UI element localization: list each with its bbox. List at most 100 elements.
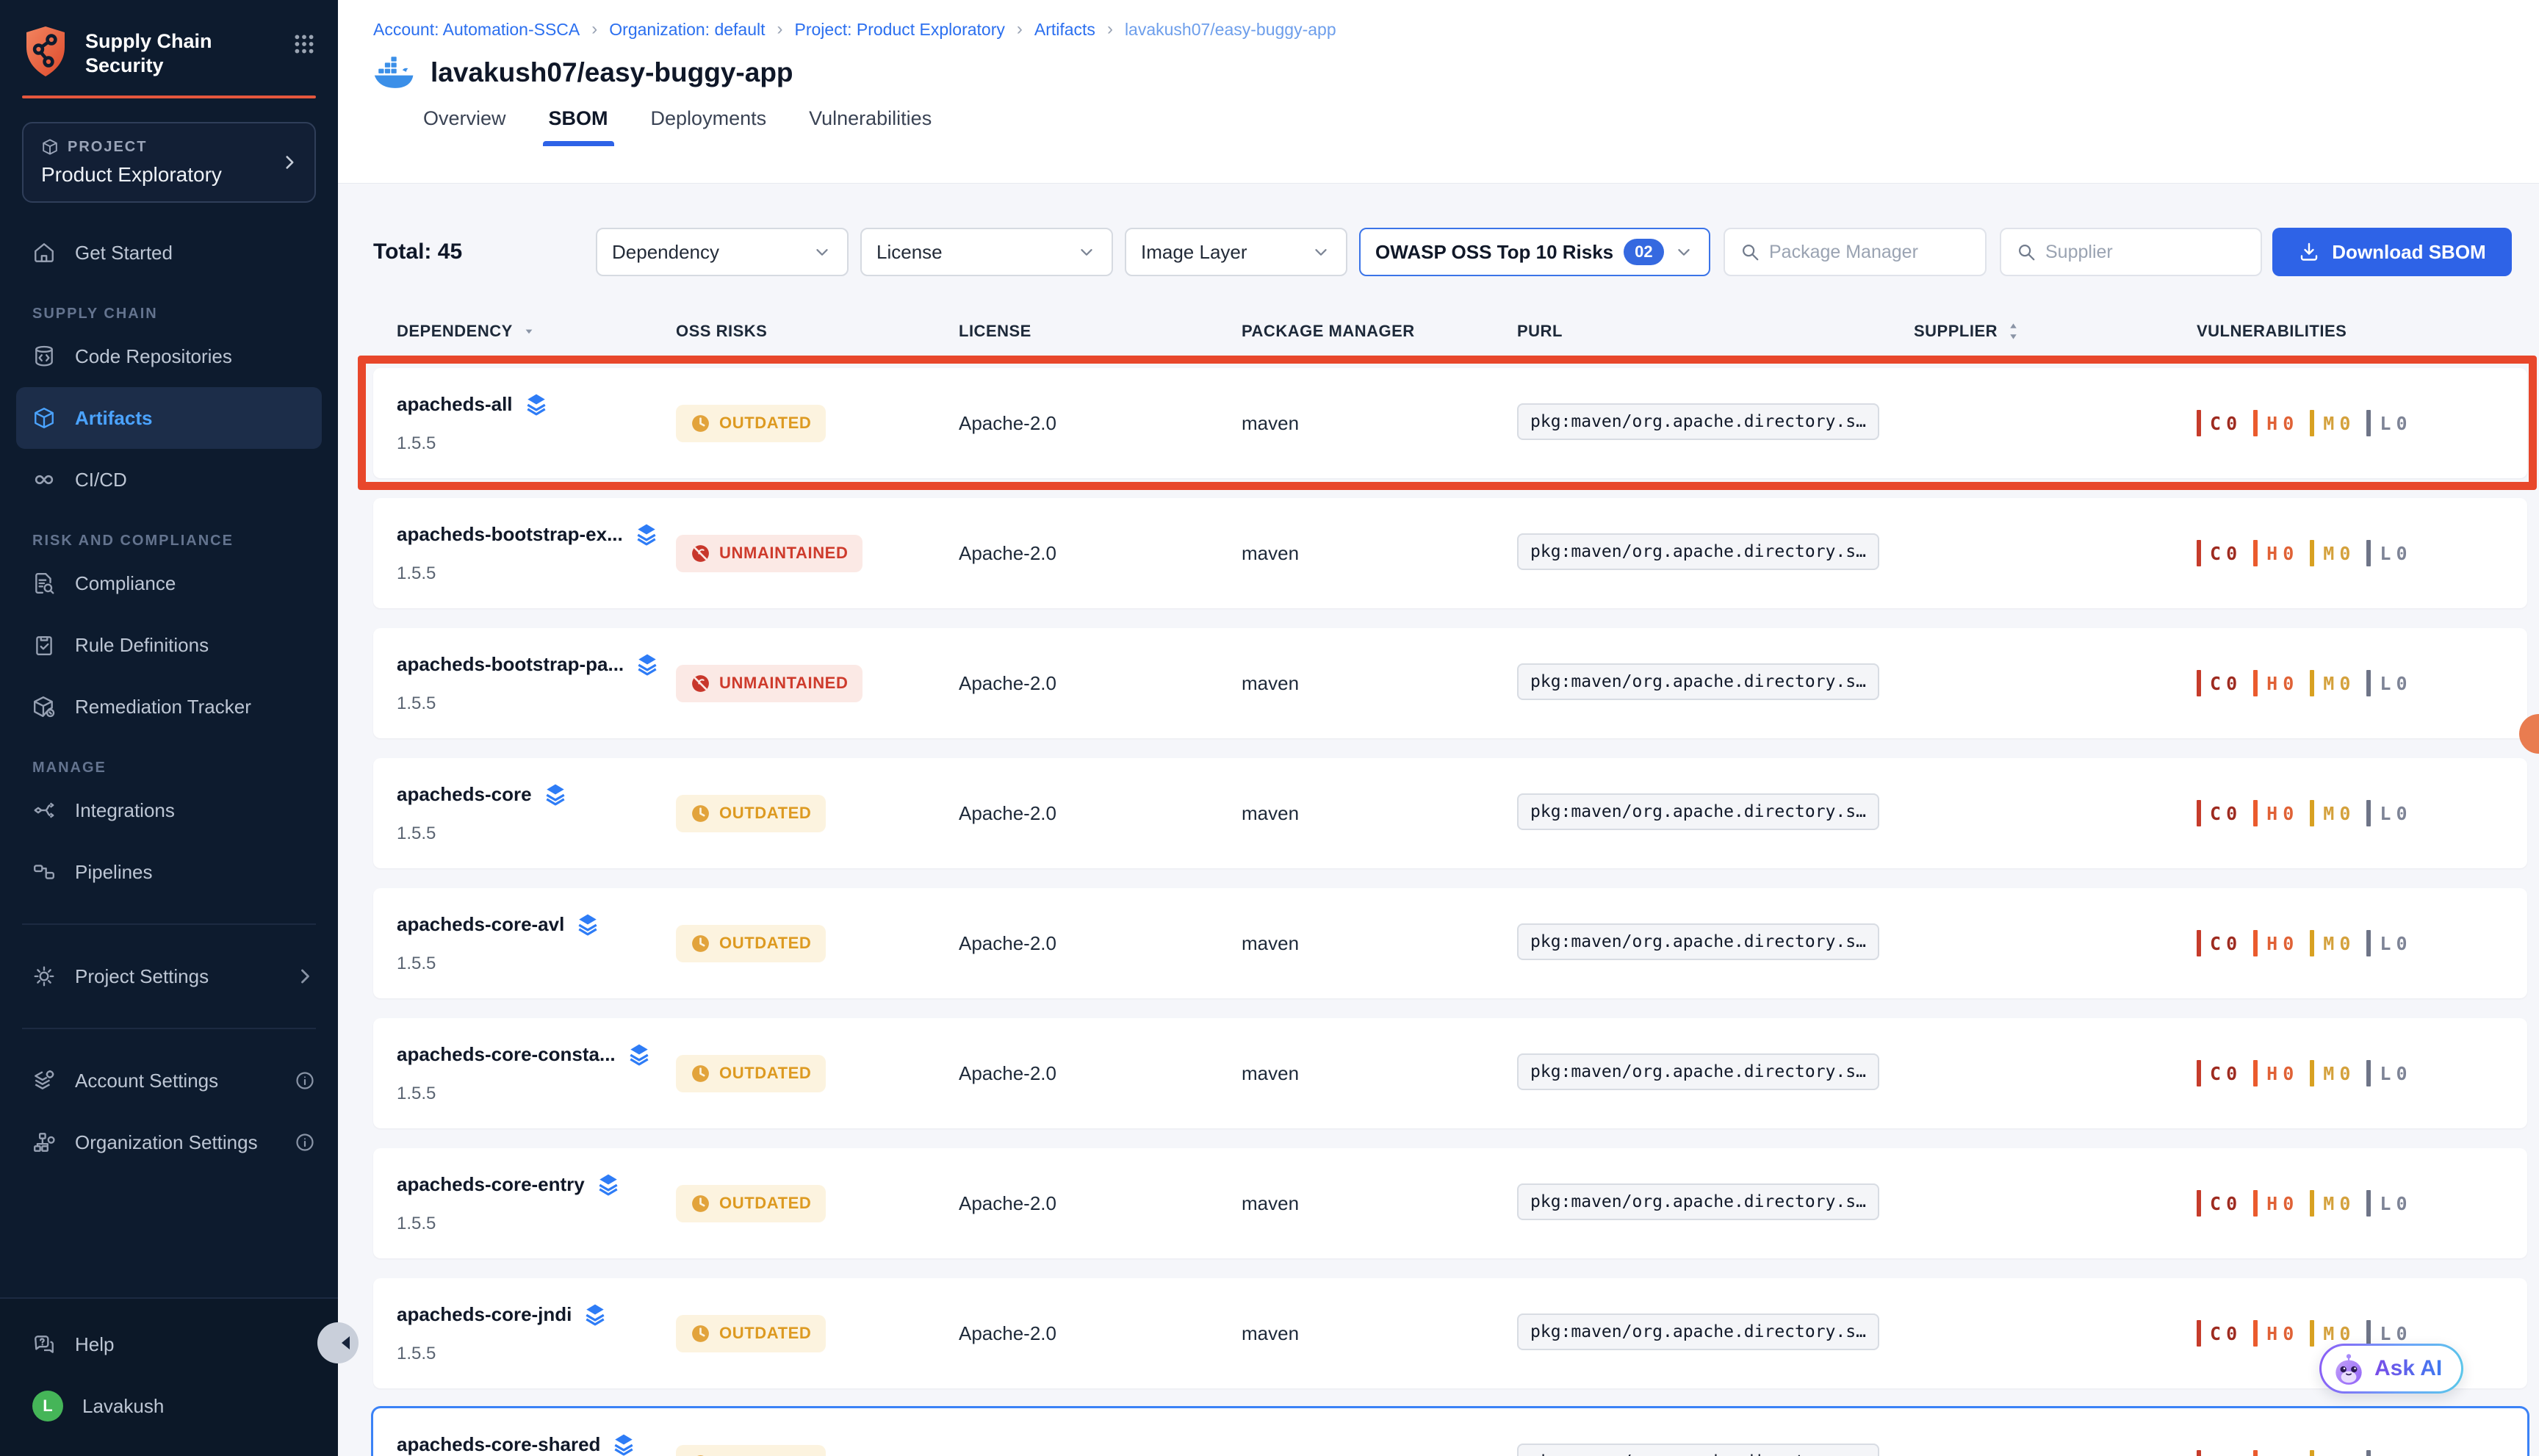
tab-overview[interactable]: Overview — [423, 107, 506, 146]
dependency-name[interactable]: apacheds-core-avl — [397, 913, 564, 936]
purl-value[interactable]: pkg:maven/org.apache.directory.s… — [1517, 533, 1879, 570]
sidebar-item-project-settings[interactable]: Project Settings — [0, 945, 338, 1007]
breadcrumb-account-automation-ssca[interactable]: Account: Automation-SSCA — [373, 20, 580, 40]
layers-icon — [612, 1432, 635, 1456]
table-row-apacheds-core-shared[interactable]: apacheds-core-shared 1.5.5 OUTDATED Apac… — [373, 1408, 2527, 1456]
project-name: Product Exploratory — [41, 163, 297, 187]
purl-value[interactable]: pkg:maven/org.apache.directory.s… — [1517, 663, 1879, 700]
search-icon — [2016, 242, 2036, 262]
vulnerability-counts: C0H0M0L0 — [2197, 670, 2504, 696]
purl-value[interactable]: pkg:maven/org.apache.directory.s… — [1517, 1183, 1879, 1220]
vuln-count-critical: C0 — [2197, 800, 2237, 826]
filter-dependency[interactable]: Dependency — [596, 228, 849, 276]
purl-value[interactable]: pkg:maven/org.apache.directory.s… — [1517, 923, 1879, 960]
purl-value[interactable]: pkg:maven/org.apache.directory.s… — [1517, 1444, 1879, 1456]
column-header-vulnerabilities[interactable]: VULNERABILITIES — [2197, 322, 2504, 341]
sidebar-item-pipelines[interactable]: Pipelines — [0, 841, 338, 903]
sidebar-collapse-handle[interactable] — [317, 1322, 359, 1363]
ask-ai-button[interactable]: Ask AI — [2319, 1344, 2463, 1394]
download-sbom-button[interactable]: Download SBOM — [2272, 228, 2512, 276]
table-row-apacheds-core-entry[interactable]: apacheds-core-entry 1.5.5 OUTDATED Apach… — [373, 1148, 2527, 1258]
dependency-name[interactable]: apacheds-core-entry — [397, 1173, 585, 1196]
filter-image-layer[interactable]: Image Layer — [1125, 228, 1347, 276]
layers-icon — [635, 522, 658, 546]
dependency-name[interactable]: apacheds-core — [397, 783, 532, 806]
tab-deployments[interactable]: Deployments — [651, 107, 767, 146]
oss-risk-badge: UNMAINTAINED — [676, 665, 862, 702]
page-title: lavakush07/easy-buggy-app — [431, 57, 793, 88]
dependency-name[interactable]: apacheds-bootstrap-pa... — [397, 653, 624, 676]
dependency-version: 1.5.5 — [397, 1214, 676, 1234]
sort-icon[interactable] — [2008, 322, 2019, 340]
sidebar-item-ci-cd[interactable]: CI/CD — [0, 449, 338, 511]
column-header-license[interactable]: LICENSE — [959, 322, 1242, 341]
org-gear-icon — [32, 1131, 56, 1154]
sidebar-settings-nav: Project Settings Account SettingsOrganiza… — [0, 945, 338, 1173]
column-header-oss-risks[interactable]: OSS RISKS — [676, 322, 959, 341]
table-row-apacheds-core-jndi[interactable]: apacheds-core-jndi 1.5.5 OUTDATED Apache… — [373, 1278, 2527, 1388]
purl-value[interactable]: pkg:maven/org.apache.directory.s… — [1517, 403, 1879, 440]
purl-value[interactable]: pkg:maven/org.apache.directory.s… — [1517, 1313, 1879, 1350]
sort-icon[interactable] — [523, 325, 535, 337]
table-row-apacheds-bootstrap-ex[interactable]: apacheds-bootstrap-ex... 1.5.5 UNMAINTAI… — [373, 498, 2527, 608]
sidebar-item-code-repositories[interactable]: Code Repositories — [0, 325, 338, 387]
box-icon — [32, 406, 56, 430]
sidebar-item-account-settings[interactable]: Account Settings — [0, 1050, 338, 1111]
sidebar-item-remediation-tracker[interactable]: Remediation Tracker — [0, 676, 338, 738]
tab-sbom[interactable]: SBOM — [549, 107, 608, 146]
dependency-name[interactable]: apacheds-core-jndi — [397, 1303, 572, 1326]
package-manager-search[interactable] — [1724, 228, 1987, 276]
sidebar-item-help[interactable]: Help — [0, 1313, 338, 1375]
package-manager-value: maven — [1242, 1452, 1517, 1456]
sidebar-item-artifacts[interactable]: Artifacts — [16, 387, 322, 449]
column-header-purl[interactable]: PURL — [1517, 322, 1914, 341]
ask-ai-label: Ask AI — [2374, 1356, 2442, 1381]
table-row-apacheds-all[interactable]: apacheds-all 1.5.5 OUTDATED Apache-2.0 m… — [373, 368, 2527, 478]
home-icon — [32, 241, 56, 264]
dependency-name[interactable]: apacheds-all — [397, 393, 513, 416]
dependency-name[interactable]: apacheds-core-shared — [397, 1433, 600, 1456]
vuln-count-low: L0 — [2366, 930, 2407, 956]
table-row-apacheds-core-avl[interactable]: apacheds-core-avl 1.5.5 OUTDATED Apache-… — [373, 888, 2527, 998]
dependency-name[interactable]: apacheds-bootstrap-ex... — [397, 523, 623, 546]
dependency-version: 1.5.5 — [397, 433, 676, 454]
sidebar-item-compliance[interactable]: Compliance — [0, 552, 338, 614]
project-label: PROJECT — [68, 139, 147, 156]
table-row-apacheds-bootstrap-pa[interactable]: apacheds-bootstrap-pa... 1.5.5 UNMAINTAI… — [373, 628, 2527, 738]
project-cube-icon — [41, 138, 59, 156]
chevron-right-icon — [294, 965, 316, 987]
license-value: Apache-2.0 — [959, 1452, 1242, 1456]
column-header-dependency[interactable]: DEPENDENCY — [397, 322, 676, 341]
column-header-supplier[interactable]: SUPPLIER — [1914, 322, 2197, 341]
sidebar-item-get-started[interactable]: Get Started — [0, 222, 338, 284]
sidebar-item-integrations[interactable]: Integrations — [0, 779, 338, 841]
breadcrumb-project-product-exploratory[interactable]: Project: Product Exploratory — [795, 20, 1005, 40]
sidebar-item-rule-definitions[interactable]: Rule Definitions — [0, 614, 338, 676]
column-header-package-manager[interactable]: PACKAGE MANAGER — [1242, 322, 1517, 341]
tab-vulnerabilities[interactable]: Vulnerabilities — [809, 107, 932, 146]
apps-grid-icon[interactable] — [292, 32, 316, 56]
breadcrumb-artifacts[interactable]: Artifacts — [1034, 20, 1095, 40]
ai-mascot-icon — [2330, 1350, 2367, 1387]
supplier-search-input[interactable] — [2045, 242, 2246, 263]
chevron-down-icon — [812, 242, 832, 262]
user-name: Lavakush — [82, 1395, 164, 1418]
filter-owasp-oss-top-10-risks[interactable]: OWASP OSS Top 10 Risks 02 — [1359, 228, 1710, 276]
vuln-count-high: H0 — [2253, 1190, 2294, 1217]
clock-icon — [691, 804, 710, 823]
purl-value[interactable]: pkg:maven/org.apache.directory.s… — [1517, 793, 1879, 830]
table-row-apacheds-core[interactable]: apacheds-core 1.5.5 OUTDATED Apache-2.0 … — [373, 758, 2527, 868]
package-manager-search-input[interactable] — [1769, 242, 1970, 263]
filter-license[interactable]: License — [860, 228, 1113, 276]
purl-value[interactable]: pkg:maven/org.apache.directory.s… — [1517, 1053, 1879, 1090]
project-selector[interactable]: PROJECT Product Exploratory — [22, 122, 316, 203]
breadcrumb-organization-default[interactable]: Organization: default — [609, 20, 765, 40]
sidebar-item-user[interactable]: L Lavakush — [0, 1375, 338, 1437]
breadcrumb-separator: › — [777, 19, 783, 40]
breadcrumb-lavakush07-easy-buggy-app[interactable]: lavakush07/easy-buggy-app — [1125, 20, 1336, 40]
dependency-name[interactable]: apacheds-core-consta... — [397, 1043, 616, 1066]
sidebar-item-organization-settings[interactable]: Organization Settings — [0, 1111, 338, 1173]
info-icon — [294, 1070, 316, 1092]
table-row-apacheds-core-consta[interactable]: apacheds-core-consta... 1.5.5 OUTDATED A… — [373, 1018, 2527, 1128]
supplier-search[interactable] — [2000, 228, 2262, 276]
